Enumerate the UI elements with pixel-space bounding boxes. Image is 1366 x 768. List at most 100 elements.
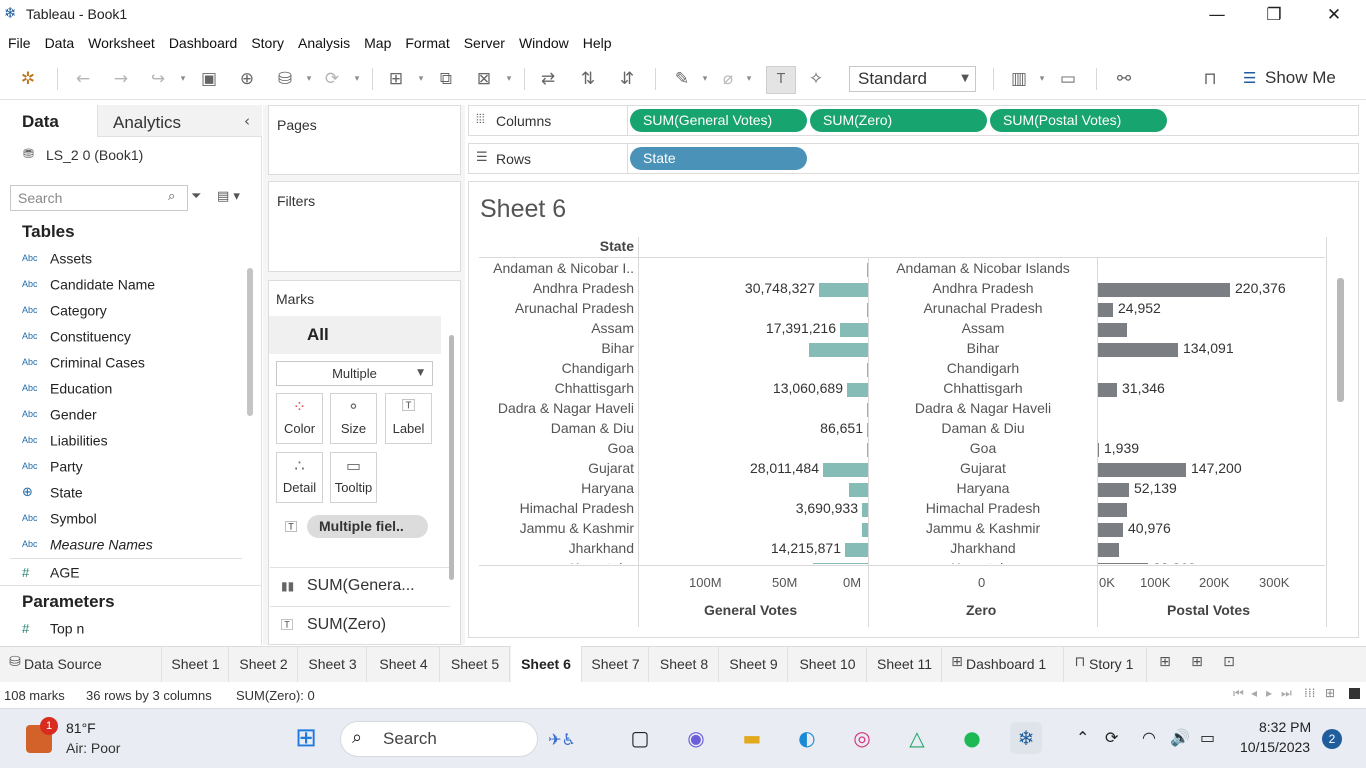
search-highlight-icon[interactable]: ✈♿ bbox=[546, 724, 578, 756]
minimize-button[interactable]: — bbox=[1194, 2, 1240, 28]
general-votes-bar[interactable] bbox=[867, 423, 868, 437]
field-education[interactable]: Abc Education bbox=[22, 379, 242, 403]
new-worksheet-icon[interactable]: ⊞ bbox=[384, 67, 408, 91]
field-measure-names[interactable]: Abc Measure Names bbox=[22, 535, 242, 559]
pages-card[interactable]: Pages bbox=[268, 105, 461, 175]
show-cards-icon[interactable]: ▥ bbox=[1007, 67, 1031, 91]
pill-sum-zero[interactable]: SUM(Zero) bbox=[810, 109, 987, 132]
marks-all-tab[interactable]: All bbox=[307, 325, 329, 345]
tab-sheet-11[interactable]: Sheet 11 bbox=[868, 646, 942, 682]
show-mark-labels-icon[interactable]: T bbox=[766, 66, 796, 94]
duplicate-sheet-icon[interactable]: ⧉ bbox=[434, 67, 458, 91]
clock-time[interactable]: 8:32 PM bbox=[1259, 719, 1311, 735]
general-votes-bar[interactable] bbox=[840, 323, 868, 337]
replay-dropdown-icon[interactable]: ▾ bbox=[178, 67, 188, 91]
tab-sheet-1[interactable]: Sheet 1 bbox=[163, 646, 229, 682]
show-filmstrip-icon[interactable]: ⊞ bbox=[1325, 686, 1335, 700]
field-candidate-name[interactable]: Abc Candidate Name bbox=[22, 275, 242, 299]
field-liabilities[interactable]: Abc Liabilities bbox=[22, 431, 242, 455]
postal-votes-bar[interactable] bbox=[1098, 483, 1129, 497]
postal-votes-bar[interactable] bbox=[1098, 543, 1119, 557]
state-row-label[interactable]: Jharkhand bbox=[479, 540, 634, 556]
taskbar-search[interactable] bbox=[340, 721, 538, 757]
clear-dropdown-icon[interactable]: ▾ bbox=[504, 67, 514, 91]
axis-title-postal[interactable]: Postal Votes bbox=[1167, 602, 1250, 618]
field-criminal-cases[interactable]: Abc Criminal Cases bbox=[22, 353, 242, 377]
tab-story-1[interactable]: Story 1 bbox=[1089, 646, 1147, 682]
clear-sheet-icon[interactable]: ⊠ bbox=[472, 67, 496, 91]
show-me-button[interactable]: Show Me bbox=[1265, 68, 1336, 88]
general-votes-bar[interactable] bbox=[809, 343, 868, 357]
file-explorer-icon[interactable]: ▬ bbox=[736, 722, 768, 754]
filter-icon[interactable]: ⏷ bbox=[191, 189, 201, 204]
menu-server[interactable]: Server bbox=[457, 30, 512, 56]
field-state[interactable]: ⊕ State bbox=[22, 483, 242, 507]
wifi-icon[interactable]: ◠ bbox=[1142, 728, 1156, 747]
pill-sum-general-votes[interactable]: SUM(General Votes) bbox=[630, 109, 807, 132]
filters-card[interactable]: Filters bbox=[268, 181, 461, 272]
sort-ascending-icon[interactable]: ⇅ bbox=[576, 67, 600, 91]
size-button[interactable]: ⚬ Size bbox=[330, 393, 377, 444]
group-dropdown-icon[interactable]: ▾ bbox=[744, 67, 754, 91]
new-story-tab-icon[interactable]: ⊡ bbox=[1216, 654, 1242, 670]
new-datasource-icon[interactable]: ⊕ bbox=[235, 67, 259, 91]
nav-prev-icon[interactable]: ◂ bbox=[1251, 686, 1257, 700]
nav-next-icon[interactable]: ▸ bbox=[1266, 686, 1272, 700]
menu-analysis[interactable]: Analysis bbox=[291, 30, 357, 56]
field-search-box[interactable] bbox=[10, 185, 188, 211]
weather-description[interactable]: Air: Poor bbox=[66, 740, 120, 756]
datasource-name[interactable]: LS_2 0 (Book1) bbox=[46, 147, 143, 163]
weather-temperature[interactable]: 81°F bbox=[66, 720, 96, 736]
show-tabs-icon[interactable] bbox=[1349, 688, 1360, 699]
view-options-icon[interactable]: ▤ ▾ bbox=[217, 189, 240, 204]
general-votes-bar[interactable] bbox=[862, 523, 868, 537]
refresh-icon[interactable]: ⟳ bbox=[320, 67, 344, 91]
general-votes-bar[interactable] bbox=[849, 483, 868, 497]
general-votes-bar[interactable] bbox=[819, 283, 868, 297]
highlight-dropdown-icon[interactable]: ▾ bbox=[700, 67, 710, 91]
nav-first-icon[interactable]: ⏮ bbox=[1233, 686, 1244, 701]
general-votes-bar[interactable] bbox=[867, 303, 868, 317]
tooltip-button[interactable]: ▭ Tooltip bbox=[330, 452, 377, 503]
postal-votes-bar[interactable] bbox=[1098, 443, 1099, 457]
google-drive-icon[interactable]: △ bbox=[901, 722, 933, 754]
row-header-state[interactable]: State bbox=[480, 238, 634, 254]
general-votes-bar[interactable] bbox=[847, 383, 868, 397]
state-row-label[interactable]: Andhra Pradesh bbox=[479, 280, 634, 296]
postal-votes-bar[interactable] bbox=[1098, 463, 1186, 477]
tab-sheet-3[interactable]: Sheet 3 bbox=[299, 646, 367, 682]
axis-title-zero[interactable]: Zero bbox=[966, 602, 996, 618]
tab-sheet-10[interactable]: Sheet 10 bbox=[789, 646, 867, 682]
field-gender[interactable]: Abc Gender bbox=[22, 405, 242, 429]
volume-icon[interactable]: 🔊 bbox=[1170, 728, 1190, 747]
menu-dashboard[interactable]: Dashboard bbox=[162, 30, 245, 56]
postal-votes-bar[interactable] bbox=[1098, 323, 1127, 337]
menu-story[interactable]: Story bbox=[244, 30, 291, 56]
label-button[interactable]: 🅃 Label bbox=[385, 393, 432, 444]
new-worksheet-dropdown-icon[interactable]: ▾ bbox=[416, 67, 426, 91]
fix-axes-icon[interactable]: ✧ bbox=[804, 67, 828, 91]
state-row-label[interactable]: Himachal Pradesh bbox=[479, 500, 634, 516]
search-icon[interactable]: ⌕ bbox=[168, 189, 175, 204]
rows-shelf[interactable] bbox=[468, 143, 1359, 174]
tab-dashboard-1[interactable]: Dashboard 1 bbox=[966, 646, 1064, 682]
maximize-button[interactable]: ❐ bbox=[1251, 2, 1297, 28]
menu-help[interactable]: Help bbox=[576, 30, 619, 56]
pause-updates-icon[interactable]: ⛁ bbox=[273, 67, 297, 91]
search-input[interactable] bbox=[11, 186, 161, 210]
close-button[interactable]: ✕ bbox=[1311, 2, 1357, 28]
menu-file[interactable]: File bbox=[1, 30, 38, 56]
tab-sheet-7[interactable]: Sheet 7 bbox=[583, 646, 649, 682]
state-row-label[interactable]: Bihar bbox=[479, 340, 634, 356]
general-votes-bar[interactable] bbox=[867, 443, 868, 457]
teams-chat-icon[interactable]: ◉ bbox=[680, 722, 712, 754]
marks-sum-general-row[interactable]: ▮▮ SUM(Genera... bbox=[270, 567, 450, 603]
state-row-label[interactable]: Haryana bbox=[479, 480, 634, 496]
postal-votes-bar[interactable] bbox=[1098, 303, 1113, 317]
show-cards-dropdown-icon[interactable]: ▾ bbox=[1037, 67, 1047, 91]
general-votes-bar[interactable] bbox=[867, 263, 868, 277]
state-row-label[interactable]: Goa bbox=[479, 440, 634, 456]
sort-descending-icon[interactable]: ⇵ bbox=[615, 67, 639, 91]
field-party[interactable]: Abc Party bbox=[22, 457, 242, 481]
windows-start-icon[interactable]: ⊞ bbox=[290, 722, 322, 754]
